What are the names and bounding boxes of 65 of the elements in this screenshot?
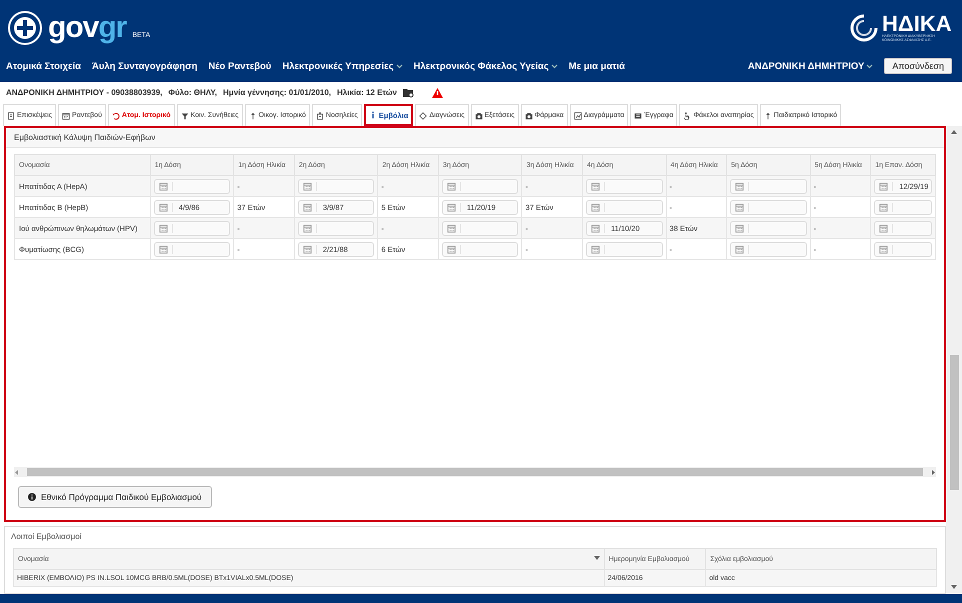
date-field[interactable] [298,178,374,194]
vertical-scrollbar[interactable] [946,126,962,594]
scrollbar-thumb[interactable] [950,355,958,490]
camera-icon [524,112,533,120]
date-field[interactable] [730,178,807,194]
chart-icon [574,112,582,120]
date-field[interactable] [298,220,374,236]
up-arrow-icon [248,112,257,120]
diamond-icon [419,112,428,120]
logout-button[interactable]: Αποσύνδεση [884,58,952,74]
scroll-left-icon[interactable] [14,470,19,474]
up-arrow-icon [764,112,772,120]
undo-icon [112,112,120,120]
sort-icon[interactable] [594,556,600,560]
patient-info: Ημνία γέννησης: 01/01/2010, [223,88,332,97]
date-field[interactable] [730,220,807,236]
date-field[interactable] [442,242,518,256]
vaccination-program-button[interactable]: Εθνικό Πρόγραμμα Παιδικού Εμβολιασμού [18,486,212,508]
caret-icon[interactable] [866,64,874,68]
organization-logo: ΗΔΙΚΑ [882,13,952,36]
date-field[interactable] [442,220,518,236]
panel-title: Λοιποί Εμβολιασμοί [10,531,82,543]
accessibility-icon [683,112,692,120]
date-field[interactable] [586,178,663,194]
scrollbar-thumb[interactable] [27,468,923,476]
document-icon [7,112,15,120]
nav-menu-item[interactable]: Άυλη Συνταγογράφηση [92,60,198,72]
funnel-icon [180,112,188,120]
swirl-icon [850,14,878,42]
scroll-right-icon[interactable] [931,470,936,474]
date-field[interactable] [154,178,230,194]
date-field[interactable] [442,178,518,194]
nav-menu-item[interactable]: Ηλεκτρονικός Φάκελος Υγείας [414,60,558,72]
emblem-icon [8,11,42,45]
date-field[interactable] [874,200,932,214]
site-logo[interactable]: govgr [48,13,126,43]
date-field[interactable] [154,242,230,256]
date-field[interactable] [586,242,663,256]
nav-menu-item[interactable]: Ηλεκτρονικές Υπηρεσίες [282,60,403,72]
folder-icon[interactable] [402,88,414,98]
panel-title: Εμβολιαστική Κάλυψη Παιδιών-Εφήβων [6,128,944,148]
building-icon [316,112,324,120]
calendar-icon [62,112,70,120]
scroll-up-icon[interactable] [951,130,957,135]
date-field[interactable] [730,242,807,256]
nav-menu-item[interactable]: Ατομικά Στοιχεία [6,60,81,72]
nav-menu-item[interactable]: Νέο Ραντεβού [208,60,272,72]
patient-info: Φύλο: ΘΗΛΥ, [168,88,218,97]
caret-icon[interactable] [396,64,403,68]
user-menu[interactable]: ΑΝΔΡΟΝΙΚΗ ΔΗΜΗΤΡΙΟΥ [748,60,874,72]
date-field[interactable] [586,200,663,214]
patient-info: Ηλικία: 12 Ετών [337,88,397,97]
nav-menu-item[interactable]: Με μια ματιά [568,60,626,72]
horizontal-scrollbar[interactable] [14,467,936,477]
document-icon [634,112,642,120]
date-field[interactable] [874,220,932,236]
caret-icon[interactable] [550,64,558,68]
date-field[interactable] [154,220,230,236]
date-field[interactable] [874,242,932,256]
patient-info: ΑΝΔΡΟΝΙΚΗ ΔΗΜΗΤΡΙΟΥ - 09038803939, [6,88,162,97]
info-icon [28,493,36,501]
date-field[interactable] [730,200,807,214]
warning-icon[interactable] [432,88,443,98]
scroll-down-icon[interactable] [951,585,957,590]
camera-icon [474,112,483,120]
